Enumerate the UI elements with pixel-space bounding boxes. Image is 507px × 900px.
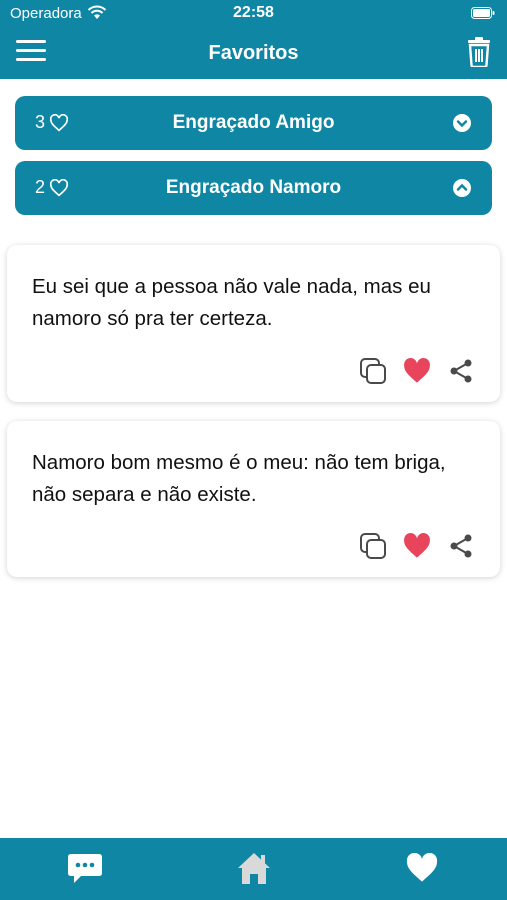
chevron-up-icon — [453, 179, 471, 197]
page-title: Favoritos — [208, 42, 299, 64]
quote-card: Namoro bom mesmo é o meu: não tem briga,… — [7, 421, 500, 577]
favorite-button[interactable] — [402, 356, 432, 386]
favorite-button[interactable] — [402, 531, 432, 561]
heart-filled-icon — [404, 358, 430, 383]
quote-actions — [358, 356, 476, 386]
category-engracado-namoro[interactable]: 2 Engraçado Namoro — [15, 161, 492, 215]
copy-button[interactable] — [358, 356, 388, 386]
share-button[interactable] — [446, 531, 476, 561]
copy-icon — [360, 358, 386, 384]
tab-favorites[interactable] — [402, 850, 442, 886]
chat-bubble-icon — [68, 854, 102, 883]
heart-icon — [406, 853, 438, 882]
tab-bar — [0, 838, 507, 900]
battery-icon — [471, 7, 495, 19]
copy-button[interactable] — [358, 531, 388, 561]
quote-text: Namoro bom mesmo é o meu: não tem briga,… — [32, 451, 446, 506]
category-engracado-amigo[interactable]: 3 Engraçado Amigo — [15, 96, 492, 150]
quote-card: Eu sei que a pessoa não vale nada, mas e… — [7, 245, 500, 402]
share-button[interactable] — [446, 356, 476, 386]
status-time: 22:58 — [233, 4, 274, 21]
favorites-screen: Operadora 22:58 Favoritos 3 Engraçado Am… — [0, 0, 507, 900]
tab-home[interactable] — [234, 850, 274, 886]
heart-filled-icon — [404, 533, 430, 558]
category-label: Engraçado Amigo — [172, 112, 335, 133]
status-bar: Operadora 22:58 — [0, 0, 507, 28]
tab-messages[interactable] — [65, 850, 105, 886]
quote-actions — [358, 531, 476, 561]
chevron-down-icon — [453, 114, 471, 132]
category-label: Engraçado Namoro — [165, 177, 342, 198]
share-icon — [450, 359, 472, 383]
trash-icon[interactable] — [467, 37, 491, 67]
quote-text: Eu sei que a pessoa não vale nada, mas e… — [32, 275, 431, 330]
home-icon — [238, 853, 270, 884]
share-icon — [450, 534, 472, 558]
app-header: Operadora 22:58 Favoritos — [0, 0, 507, 79]
copy-icon — [360, 533, 386, 559]
